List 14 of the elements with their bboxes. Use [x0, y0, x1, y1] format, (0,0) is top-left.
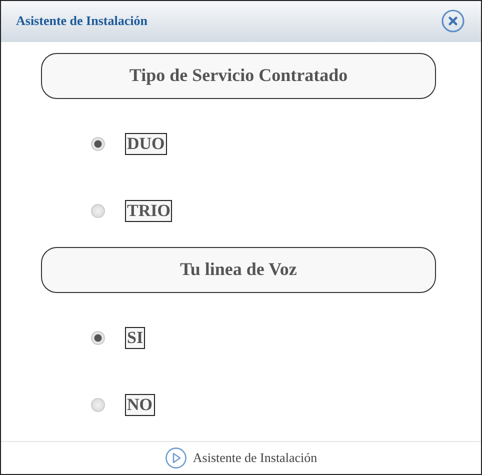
option-label[interactable]: DUO [125, 133, 167, 156]
radio-button[interactable] [91, 398, 105, 412]
radio-button[interactable] [91, 204, 105, 218]
wizard-link[interactable]: Asistente de Instalación [192, 450, 318, 466]
radio-button[interactable] [91, 137, 105, 152]
section-heading: Tipo de Servicio Contratado [41, 52, 436, 99]
close-icon[interactable] [441, 9, 465, 34]
option-label[interactable]: NO [125, 394, 154, 416]
option-label[interactable]: TRIO [125, 200, 172, 222]
option-label[interactable]: SI [125, 327, 146, 350]
radio-button[interactable] [91, 331, 105, 346]
window-title: Asistente de Instalación [16, 13, 148, 30]
play-icon[interactable] [164, 446, 187, 469]
section-heading: Tu linea de Voz [41, 246, 436, 293]
